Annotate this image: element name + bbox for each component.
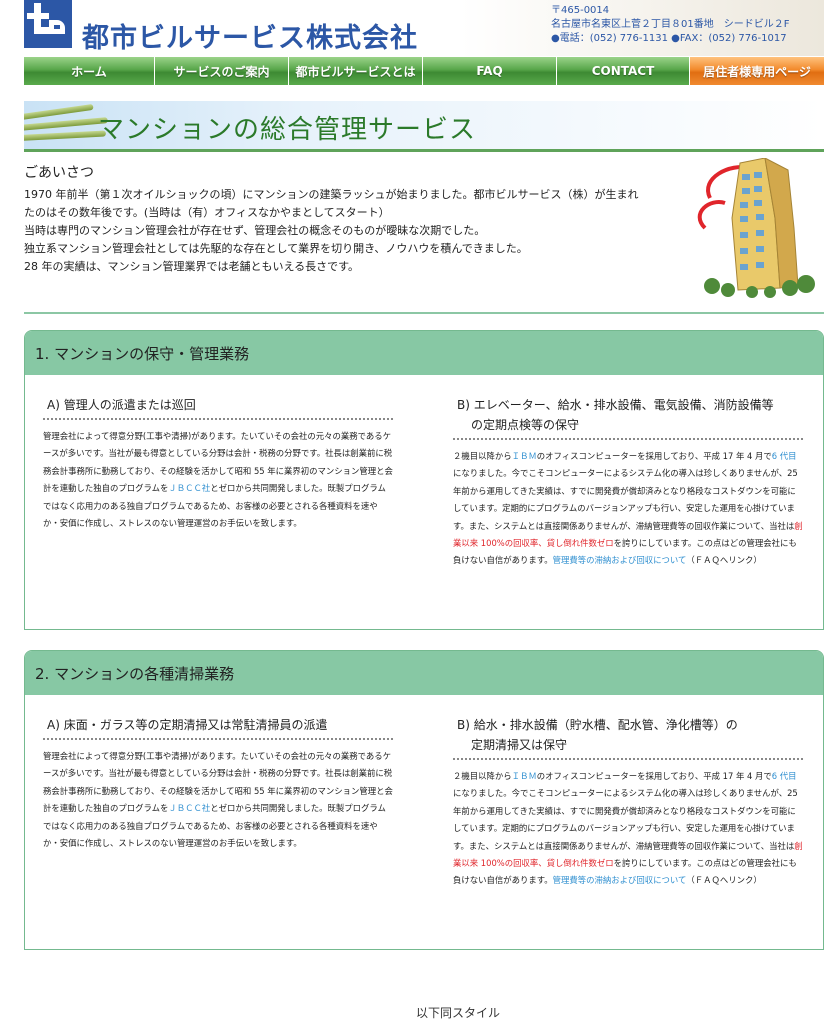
nav-contact[interactable]: CONTACT [557,57,690,85]
company-address: 〒465-0014 名古屋市名東区上菅２丁目８01番地 シードビル２F ●電話：… [551,4,789,46]
body-text: になりました。今でこそコンピューターによるシステム化の導入は珍しくありませんが、… [453,468,798,531]
body-text: のオフィスコンピューターを採用しており、平成 17 年 4 月で [536,771,772,781]
greeting-line: たのはその数年後です。(当時は（有）オフィスなかやまとしてスタート） [24,206,390,219]
subsection-heading: A) 管理人の派遣または巡回 [43,395,393,420]
site-header: 都市ビルサービス株式会社 〒465-0014 名古屋市名東区上菅２丁目８01番地… [0,0,824,56]
greeting-line: 当時は専門のマンション管理会社が存在せず、管理会社の概念そのものが曖昧な次期でし… [24,224,486,237]
body-text: ２機目以降から [453,771,512,781]
body-text: のオフィスコンピューターを採用しており、平成 17 年 4 月で [536,451,772,461]
section-title: 1. マンションの保守・管理業務 [25,331,823,375]
heading-line: 定期清掃又は保守 [471,738,568,752]
building-illustration [697,158,815,298]
greeting-line: 独立系マンション管理会社としては先駆的な存在として業界を切り開き、ノウハウを積ん… [24,242,528,255]
subsection-body: 管理会社によって得意分野(工事や清掃)があります。たいていその会社の元々の業務で… [43,428,393,532]
body-text: になりました。今でこそコンピューターによるシステム化の導入は珍しくありませんが、… [453,788,798,851]
subsection-body: ２機目以降からＩＢＭのオフィスコンピューターを採用しており、平成 17 年 4 … [453,768,803,890]
address-postal: 〒465-0014 [551,5,610,16]
banner-divider [24,149,824,152]
generation-text: 6 代目 [771,771,797,781]
heading-line: B) 給水・排水設備（貯水槽、配水管、浄化槽等）の [457,718,738,732]
nav-services[interactable]: サービスのご案内 [155,57,289,85]
generation-text: 6 代目 [771,451,797,461]
service-section-maintenance: 1. マンションの保守・管理業務 A) 管理人の派遣または巡回 管理会社によって… [24,330,824,630]
heading-line: B) エレベーター、給水・排水設備、電気設備、消防設備等 [457,398,774,412]
greeting-line: 1970 年前半（第１次オイルショックの頃）にマンションの建築ラッシュが始まりま… [24,188,639,201]
subsection-heading: A) 床面・ガラス等の定期清掃又は常駐清掃員の派遣 [43,715,393,740]
ibm-text: ＩＢＭ [511,451,537,461]
subsection-body: ２機目以降からＩＢＭのオフィスコンピューターを採用しており、平成 17 年 4 … [453,448,803,570]
subsection-heading: B) 給水・排水設備（貯水槽、配水管、浄化槽等）の 定期清掃又は保守 [453,715,803,760]
greeting-text: 1970 年前半（第１次オイルショックの頃）にマンションの建築ラッシュが始まりま… [24,186,694,276]
faq-link[interactable]: 管理費等の滞納および回収について [553,875,687,885]
company-name: 都市ビルサービス株式会社 [82,23,418,54]
subsection-body: 管理会社によって得意分野(工事や清掃)があります。たいていその会社の元々の業務で… [43,748,393,852]
greeting-line: 28 年の実績は、マンション管理業界では老舗ともいえる長さです。 [24,260,360,273]
ibm-text: ＩＢＭ [511,771,537,781]
subsection-inspection: B) エレベーター、給水・排水設備、電気設備、消防設備等 の定期点検等の保守 ２… [453,395,803,570]
jbcc-link[interactable]: ＪＢＣＣ社 [168,483,210,493]
subsection-cleaning-staff: A) 床面・ガラス等の定期清掃又は常駐清掃員の派遣 管理会社によって得意分野(工… [43,715,393,852]
asparagus-image [24,130,107,141]
heading-line: の定期点検等の保守 [471,418,580,432]
subsection-water-cleaning: B) 給水・排水設備（貯水槽、配水管、浄化槽等）の 定期清掃又は保守 ２機目以降… [453,715,803,890]
section-title: 2. マンションの各種清掃業務 [25,651,823,695]
nav-faq[interactable]: FAQ [423,57,557,85]
body-text: （ＦＡＱへリンク） [686,555,762,566]
faq-link[interactable]: 管理費等の滞納および回収について [553,555,687,565]
greeting-title: ごあいさつ [24,165,94,181]
subsection-heading: B) エレベーター、給水・排水設備、電気設備、消防設備等 の定期点検等の保守 [453,395,803,440]
service-section-cleaning: 2. マンションの各種清掃業務 A) 床面・ガラス等の定期清掃又は常駐清掃員の派… [24,650,824,950]
company-logo[interactable] [24,0,72,48]
address-street: 名古屋市名東区上菅２丁目８01番地 シードビル２F [551,19,790,30]
body-text: （ＦＡＱへリンク） [686,875,762,886]
page-title: マンションの総合管理サービス [98,115,477,145]
section-divider [24,312,824,314]
body-text: ２機目以降から [453,451,512,461]
main-nav: ホーム サービスのご案内 都市ビルサービスとは FAQ CONTACT 居住者様… [24,57,824,85]
footer-note: 以下同スタイル [416,1006,501,1020]
nav-home[interactable]: ホーム [24,57,155,85]
address-phone-fax: ●電話：(052) 776-1131 ●FAX：(052) 776-1017 [551,33,787,44]
asparagus-image [24,117,108,131]
subsection-caretaker: A) 管理人の派遣または巡回 管理会社によって得意分野(工事や清掃)があります。… [43,395,393,532]
jbcc-link[interactable]: ＪＢＣＣ社 [168,803,210,813]
nav-residents[interactable]: 居住者様専用ページ [690,57,824,85]
page-banner: マンションの総合管理サービス [24,101,824,149]
nav-about[interactable]: 都市ビルサービスとは [289,57,423,85]
